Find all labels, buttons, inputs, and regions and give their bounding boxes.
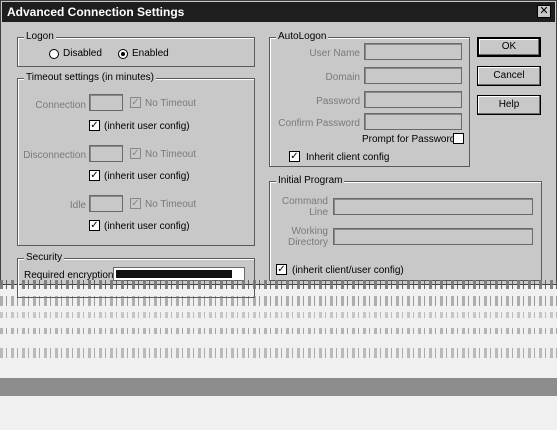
- confirm-password-input[interactable]: [364, 113, 462, 130]
- idle-inherit-checkbox[interactable]: ✓: [89, 220, 100, 231]
- command-line-label-1: Command: [281, 196, 328, 207]
- help-button[interactable]: Help: [477, 95, 541, 115]
- command-line-input[interactable]: [333, 198, 533, 215]
- logon-enabled-label: Enabled: [132, 48, 169, 59]
- autologon-group-label: AutoLogon: [276, 31, 329, 42]
- dialog-titlebar: Advanced Connection Settings ✕: [2, 2, 555, 22]
- render-artifact-band: [0, 348, 557, 358]
- working-directory-label-2: Directory: [287, 237, 328, 248]
- confirm-password-label: Confirm Password: [278, 118, 360, 129]
- initial-program-group-label: Initial Program: [276, 175, 345, 186]
- connection-timeout-input[interactable]: [89, 94, 123, 111]
- render-artifact-band: [0, 328, 557, 334]
- password-input[interactable]: [364, 91, 462, 108]
- connection-no-timeout-label: No Timeout: [145, 98, 197, 109]
- disconnection-no-timeout-label: No Timeout: [145, 149, 197, 160]
- logon-group-label: Logon: [24, 31, 56, 42]
- logon-disabled-label: Disabled: [63, 48, 102, 59]
- idle-timeout-input[interactable]: [89, 195, 123, 212]
- advanced-connection-settings-dialog: Advanced Connection Settings ✕ Logon Dis…: [0, 0, 557, 298]
- idle-no-timeout-label: No Timeout: [145, 199, 197, 210]
- idle-no-timeout-checkbox[interactable]: ✓: [130, 198, 141, 209]
- working-directory-label-1: Working: [291, 226, 329, 237]
- dialog-title: Advanced Connection Settings: [7, 5, 185, 19]
- logon-group: Logon Disabled Enabled: [17, 31, 255, 67]
- cancel-button[interactable]: Cancel: [477, 66, 541, 86]
- domain-label: Domain: [325, 72, 360, 83]
- autologon-group: AutoLogon User Name Domain Password Conf…: [269, 31, 470, 167]
- idle-inherit-label: (inherit user config): [104, 221, 190, 232]
- connection-label: Connection: [35, 100, 86, 111]
- inherit-client-config-checkbox[interactable]: ✓: [289, 151, 300, 162]
- security-group-label: Security: [24, 252, 65, 263]
- close-icon[interactable]: ✕: [537, 5, 551, 18]
- logon-disabled-radio[interactable]: [49, 49, 59, 59]
- disconnection-label: Disconnection: [23, 150, 86, 161]
- disconnection-no-timeout-checkbox[interactable]: ✓: [130, 148, 141, 159]
- user-name-input[interactable]: [364, 43, 462, 60]
- prompt-password-checkbox[interactable]: [453, 133, 464, 144]
- connection-inherit-checkbox[interactable]: ✓: [89, 120, 100, 131]
- render-artifact-band: [0, 296, 557, 306]
- render-artifact-band: [0, 280, 557, 289]
- command-line-label-2: Line: [309, 207, 328, 218]
- disconnection-inherit-checkbox[interactable]: ✓: [89, 170, 100, 181]
- initial-program-inherit-label: (inherit client/user config): [292, 265, 404, 276]
- timeout-group-label: Timeout settings (in minutes): [24, 72, 157, 83]
- working-directory-input[interactable]: [333, 228, 533, 245]
- initial-program-inherit-checkbox[interactable]: ✓: [276, 264, 287, 275]
- prompt-password-label: Prompt for Password: [362, 134, 456, 145]
- domain-input[interactable]: [364, 67, 462, 84]
- logon-enabled-radio[interactable]: [118, 49, 128, 59]
- user-name-label: User Name: [309, 48, 360, 59]
- initial-program-group: Initial Program Command Line Working Dir…: [269, 175, 542, 281]
- dark-footer-band: [0, 378, 557, 396]
- required-encryption-dropdown[interactable]: [113, 267, 245, 281]
- ok-button[interactable]: OK: [477, 37, 541, 57]
- render-artifact-band: [0, 312, 557, 318]
- idle-label: Idle: [69, 200, 86, 211]
- disconnection-inherit-label: (inherit user config): [104, 171, 190, 182]
- connection-inherit-label: (inherit user config): [104, 121, 190, 132]
- password-label: Password: [316, 96, 360, 107]
- connection-no-timeout-checkbox[interactable]: ✓: [130, 97, 141, 108]
- disconnection-timeout-input[interactable]: [89, 145, 123, 162]
- inherit-client-config-label: Inherit client config: [306, 152, 390, 163]
- timeout-settings-group: Timeout settings (in minutes) Connection…: [17, 72, 255, 246]
